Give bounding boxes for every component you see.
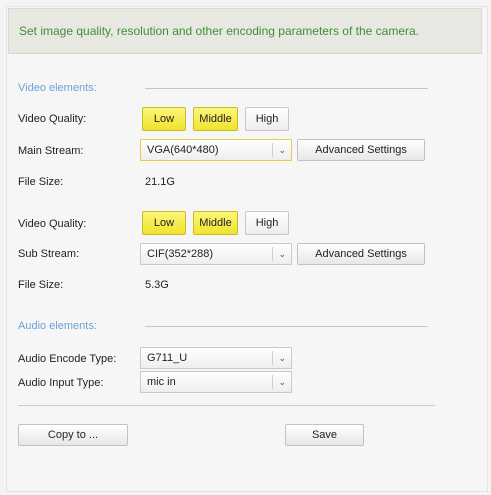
chevron-down-icon[interactable]: ⌄ xyxy=(278,244,286,264)
sub-advanced-settings-button[interactable]: Advanced Settings xyxy=(297,243,425,265)
sub-quality-high-button[interactable]: High xyxy=(245,211,289,235)
main-quality-high-button[interactable]: High xyxy=(245,107,289,131)
main-file-size-value: 21.1G xyxy=(145,176,175,188)
main-stream-select[interactable]: VGA(640*480) ⌄ xyxy=(140,139,292,161)
chevron-down-icon[interactable]: ⌄ xyxy=(278,372,286,392)
description-text: Set image quality, resolution and other … xyxy=(19,24,420,38)
main-advanced-settings-button[interactable]: Advanced Settings xyxy=(297,139,425,161)
sub-file-size-label: File Size: xyxy=(18,279,64,291)
sub-quality-low-button[interactable]: Low xyxy=(142,211,186,235)
audio-encode-type-label: Audio Encode Type: xyxy=(18,353,117,365)
audio-section-divider xyxy=(145,326,428,327)
chevron-down-icon[interactable]: ⌄ xyxy=(278,140,286,160)
audio-section-title: Audio elements: xyxy=(18,320,97,332)
audio-input-type-select[interactable]: mic in ⌄ xyxy=(140,371,292,393)
chevron-down-icon[interactable]: ⌄ xyxy=(278,348,286,368)
sub-stream-value: CIF(352*288) xyxy=(147,248,214,260)
sub-video-quality-label: Video Quality: xyxy=(18,218,87,230)
copy-to-button[interactable]: Copy to ... xyxy=(18,424,128,446)
sub-stream-select[interactable]: CIF(352*288) ⌄ xyxy=(140,243,292,265)
select-divider xyxy=(272,143,273,157)
description-box: Set image quality, resolution and other … xyxy=(8,8,482,54)
audio-encode-type-select[interactable]: G711_U ⌄ xyxy=(140,347,292,369)
audio-encode-type-value: G711_U xyxy=(147,352,188,364)
main-stream-label: Main Stream: xyxy=(18,145,84,157)
sub-stream-label: Sub Stream: xyxy=(18,248,80,260)
video-section-divider xyxy=(145,88,428,89)
save-button[interactable]: Save xyxy=(285,424,364,446)
main-quality-low-button[interactable]: Low xyxy=(142,107,186,131)
video-section-title: Video elements: xyxy=(18,82,97,94)
main-video-quality-label: Video Quality: xyxy=(18,113,87,125)
bottom-divider xyxy=(18,405,435,406)
main-stream-value: VGA(640*480) xyxy=(147,144,219,156)
sub-quality-middle-button[interactable]: Middle xyxy=(193,211,238,235)
audio-input-type-label: Audio Input Type: xyxy=(18,377,104,389)
sub-file-size-value: 5.3G xyxy=(145,279,169,291)
select-divider xyxy=(272,351,273,365)
main-quality-middle-button[interactable]: Middle xyxy=(193,107,238,131)
select-divider xyxy=(272,375,273,389)
select-divider xyxy=(272,247,273,261)
audio-input-type-value: mic in xyxy=(147,376,176,388)
main-file-size-label: File Size: xyxy=(18,176,64,188)
